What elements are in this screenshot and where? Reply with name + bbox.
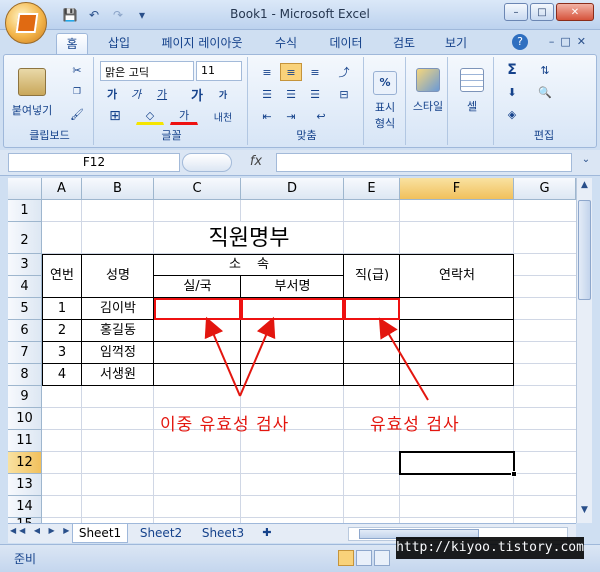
styles-group: 스타일 <box>408 57 448 145</box>
ribbon-window-controls[interactable]: –□✕ <box>549 35 592 48</box>
arrow-to-division <box>239 316 276 397</box>
close-button[interactable]: ✕ <box>556 3 594 21</box>
insert-sheet-icon[interactable]: ✚ <box>256 524 278 543</box>
phonetic-button[interactable]: 내천 <box>206 107 240 125</box>
align-bottom-icon[interactable]: ≡ <box>304 63 326 81</box>
merge-center-icon[interactable]: ⊟ <box>332 85 356 103</box>
fill-color-icon[interactable]: ◇ <box>136 107 164 125</box>
italic-button[interactable]: 가 <box>126 85 146 103</box>
insert-function-icon[interactable]: fx <box>238 151 274 173</box>
bold-button[interactable]: 가 <box>102 85 122 103</box>
clipboard-group: 붙여넣기 ✂ ❐ 🖌 클립보드 <box>6 57 94 145</box>
annotation-arrows <box>204 316 429 401</box>
paste-icon <box>18 68 46 96</box>
expand-formula-icon[interactable]: ⌄ <box>578 154 594 172</box>
decrease-indent-icon[interactable]: ⇤ <box>256 107 278 125</box>
office-button[interactable] <box>5 2 47 44</box>
cells-group: 셀 <box>450 57 494 145</box>
scroll-thumb[interactable] <box>578 200 591 300</box>
paste-label: 붙여넣기 <box>11 104 53 117</box>
alignment-label: 맞춤 <box>296 129 317 142</box>
page-layout-view-icon[interactable] <box>356 550 372 566</box>
number-group: % 표시 형식 <box>366 57 406 145</box>
page-break-view-icon[interactable] <box>374 550 390 566</box>
format-painter-icon[interactable]: 🖌 <box>66 105 88 123</box>
vertical-scrollbar[interactable]: ▲ ▼ <box>576 178 592 523</box>
wrap-text-icon[interactable]: ↩ <box>308 107 334 125</box>
tab-sheet1[interactable]: Sheet1 <box>72 524 128 543</box>
autosum-icon[interactable]: Σ <box>500 61 524 79</box>
watermark-url: http://kiyoo.tistory.com <box>396 537 584 559</box>
font-label: 글꼴 <box>161 129 182 142</box>
number-format-button[interactable]: % 표시 형식 <box>368 61 402 141</box>
tab-data[interactable]: 데이터 <box>318 33 374 54</box>
sheet-nav-icons[interactable]: ◀◀ ◀ ▶ ▶▶ <box>10 526 82 535</box>
ribbon: 붙여넣기 ✂ ❐ 🖌 클립보드 맑은 고딕 11 가 가 가 가 가 ⊞ ◇ 가… <box>3 54 597 148</box>
tab-review[interactable]: 검토 <box>382 33 426 54</box>
tab-formulas[interactable]: 수식 <box>262 33 310 54</box>
tab-view[interactable]: 보기 <box>434 33 478 54</box>
cells-label: 셀 <box>466 100 478 113</box>
tab-home[interactable]: 홈 <box>56 33 88 54</box>
annotation-double-validation: 이중 유효성 검사 <box>160 415 290 435</box>
worksheet-grid[interactable]: A B C D E F G 1 2 3 4 5 6 7 8 9 10 11 12… <box>8 178 576 523</box>
styles-icon <box>416 68 440 92</box>
office-logo-icon <box>15 13 39 33</box>
find-select-icon[interactable]: 🔍 <box>530 83 560 101</box>
increase-indent-icon[interactable]: ⇥ <box>280 107 302 125</box>
cells-icon <box>460 68 484 92</box>
cells-button[interactable]: 셀 <box>454 61 490 121</box>
normal-view-icon[interactable] <box>338 550 354 566</box>
percent-icon: % <box>373 71 397 95</box>
align-right-icon[interactable]: ☰ <box>304 85 326 103</box>
font-name-select[interactable]: 맑은 고딕 <box>100 61 194 81</box>
arrow-to-rank <box>378 317 429 401</box>
orientation-icon[interactable]: ⤴ <box>332 63 356 81</box>
align-center-icon[interactable]: ☰ <box>280 85 302 103</box>
align-middle-icon[interactable]: ≡ <box>280 63 302 81</box>
alignment-group: ≡ ≡ ≡ ⤴ ☰ ☰ ☰ ⊟ ⇤ ⇥ ↩ 맞춤 <box>250 57 364 145</box>
view-buttons[interactable] <box>338 550 390 566</box>
cut-icon[interactable]: ✂ <box>66 61 88 79</box>
number-format-label: 표시 형식 <box>374 101 396 130</box>
arrow-to-office <box>204 316 241 397</box>
copy-icon[interactable]: ❐ <box>66 83 88 101</box>
border-icon[interactable]: ⊞ <box>102 107 128 125</box>
editing-label: 편집 <box>533 129 555 142</box>
tab-sheet2[interactable]: Sheet2 <box>132 524 190 543</box>
scroll-down-icon[interactable]: ▼ <box>578 505 591 521</box>
font-color-button[interactable]: 가 <box>170 107 198 125</box>
align-left-icon[interactable]: ☰ <box>256 85 278 103</box>
grow-font-button[interactable]: 가 <box>186 85 208 104</box>
align-top-icon[interactable]: ≡ <box>256 63 278 81</box>
shrink-font-button[interactable]: 가 <box>212 85 234 103</box>
sort-filter-icon[interactable]: ⇅ <box>530 61 560 79</box>
tab-page-layout[interactable]: 페이지 레이아웃 <box>150 33 254 54</box>
formula-expander[interactable] <box>182 153 232 172</box>
status-ready: 준비 <box>14 552 37 566</box>
maximize-button[interactable]: □ <box>530 3 554 21</box>
font-size-select[interactable]: 11 <box>196 61 242 81</box>
paste-button[interactable]: 붙여넣기 <box>10 61 54 125</box>
formula-input[interactable] <box>276 153 572 172</box>
fill-icon[interactable]: ⬇ <box>500 83 524 101</box>
clear-icon[interactable]: ◈ <box>500 105 524 123</box>
minimize-button[interactable]: – <box>504 3 528 21</box>
help-icon[interactable]: ? <box>512 34 528 50</box>
tab-sheet3[interactable]: Sheet3 <box>194 524 252 543</box>
name-box[interactable]: F12 <box>8 153 180 172</box>
clipboard-label: 클립보드 <box>29 129 70 142</box>
tab-insert[interactable]: 삽입 <box>96 33 142 54</box>
scroll-up-icon[interactable]: ▲ <box>578 180 591 196</box>
styles-label: 스타일 <box>412 100 444 113</box>
ribbon-tabs: 홈 삽입 페이지 레이아웃 수식 데이터 검토 보기 ? –□✕ <box>0 30 600 54</box>
font-group: 맑은 고딕 11 가 가 가 가 가 ⊞ ◇ 가 내천 글꼴 <box>96 57 248 145</box>
styles-button[interactable]: 스타일 <box>408 61 448 121</box>
annotation-validation: 유효성 검사 <box>370 415 460 435</box>
editing-group: Σ ⇅ ⬇ 🔍 ◈ 편집 <box>496 57 592 145</box>
underline-button[interactable]: 가 <box>150 85 174 103</box>
